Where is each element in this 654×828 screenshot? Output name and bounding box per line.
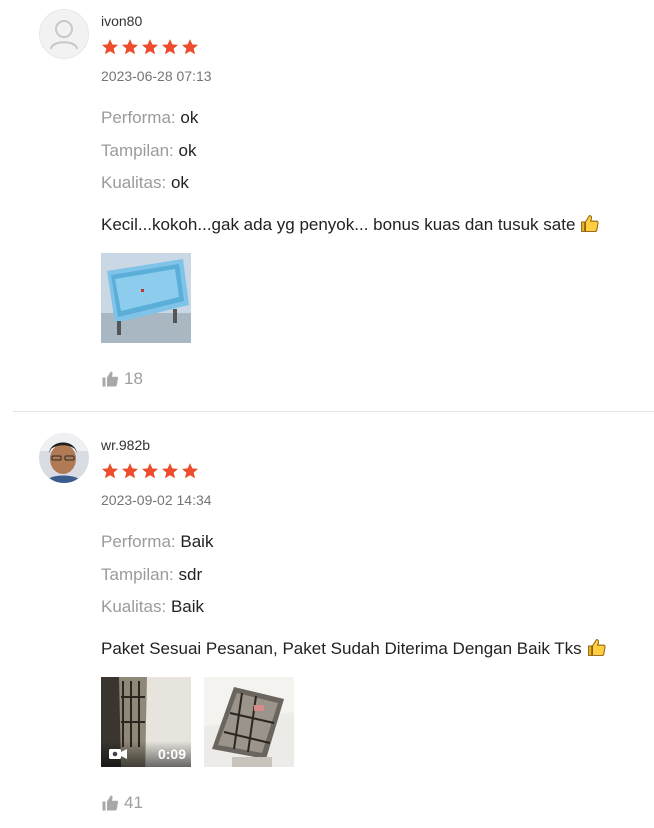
video-duration: 0:09	[157, 746, 186, 762]
attribute-tampilan: Tampilan: ok	[101, 141, 196, 161]
avatar[interactable]	[39, 9, 89, 59]
comment-text: Kecil...kokoh...gak ada yg penyok... bon…	[101, 215, 576, 234]
attribute-kualitas: Kualitas: ok	[101, 173, 189, 193]
thumbs-up-icon	[102, 371, 119, 387]
star-icon	[181, 463, 199, 479]
user-photo	[39, 433, 89, 483]
attribute-value: ok	[178, 141, 197, 160]
review-comment: Paket Sesuai Pesanan, Paket Sudah Diteri…	[101, 638, 606, 662]
star-icon	[121, 463, 139, 479]
video-overlay: 0:09	[101, 741, 191, 767]
review-card: wr.982b 2023-09-02 14:34 Performa: Baik …	[0, 412, 654, 828]
star-rating	[101, 462, 199, 480]
attribute-value: Baik	[180, 532, 214, 551]
attribute-label: Kualitas:	[101, 173, 167, 192]
attribute-value: sdr	[178, 565, 203, 584]
attribute-label: Tampilan:	[101, 141, 174, 160]
like-count: 18	[124, 369, 143, 388]
photo-thumbnail	[101, 253, 191, 343]
attribute-value: ok	[170, 173, 189, 192]
star-icon	[161, 463, 179, 479]
like-button[interactable]: 41	[101, 793, 143, 813]
star-icon	[161, 39, 179, 55]
review-photo[interactable]	[204, 677, 294, 767]
video-camera-icon	[109, 749, 127, 759]
review-comment: Kecil...kokoh...gak ada yg penyok... bon…	[101, 214, 599, 238]
star-icon	[101, 39, 119, 55]
attribute-value: Baik	[170, 597, 205, 616]
attribute-tampilan: Tampilan: sdr	[101, 565, 202, 585]
attribute-performa: Performa: Baik	[101, 532, 213, 552]
attribute-label: Tampilan:	[101, 565, 174, 584]
star-icon	[181, 39, 199, 55]
star-icon	[101, 463, 119, 479]
star-icon	[141, 39, 159, 55]
like-button[interactable]: 18	[101, 369, 143, 389]
thumbs-up-icon	[102, 795, 119, 811]
attribute-kualitas: Kualitas: Baik	[101, 597, 204, 617]
photo-thumbnail	[204, 677, 294, 767]
attribute-label: Performa:	[101, 532, 176, 551]
username[interactable]: ivon80	[101, 13, 142, 29]
thumbs-up-emoji-icon	[587, 638, 606, 662]
default-user-icon	[50, 20, 78, 50]
avatar[interactable]	[39, 433, 89, 483]
attribute-value: ok	[180, 108, 199, 127]
comment-text: Paket Sesuai Pesanan, Paket Sudah Diteri…	[101, 639, 582, 658]
review-video[interactable]: 0:09	[101, 677, 191, 767]
review-datetime: 2023-09-02 14:34	[101, 492, 212, 508]
star-icon	[141, 463, 159, 479]
attribute-label: Performa:	[101, 108, 176, 127]
username[interactable]: wr.982b	[101, 437, 150, 453]
star-rating	[101, 38, 199, 56]
attribute-performa: Performa: ok	[101, 108, 198, 128]
attribute-label: Kualitas:	[101, 597, 167, 616]
thumbs-up-emoji-icon	[580, 214, 599, 238]
like-count: 41	[124, 793, 143, 812]
review-datetime: 2023-06-28 07:13	[101, 68, 212, 84]
review-photo[interactable]	[101, 253, 191, 343]
review-card: ivon80 2023-06-28 07:13 Performa: ok Tam…	[0, 0, 654, 412]
star-icon	[121, 39, 139, 55]
